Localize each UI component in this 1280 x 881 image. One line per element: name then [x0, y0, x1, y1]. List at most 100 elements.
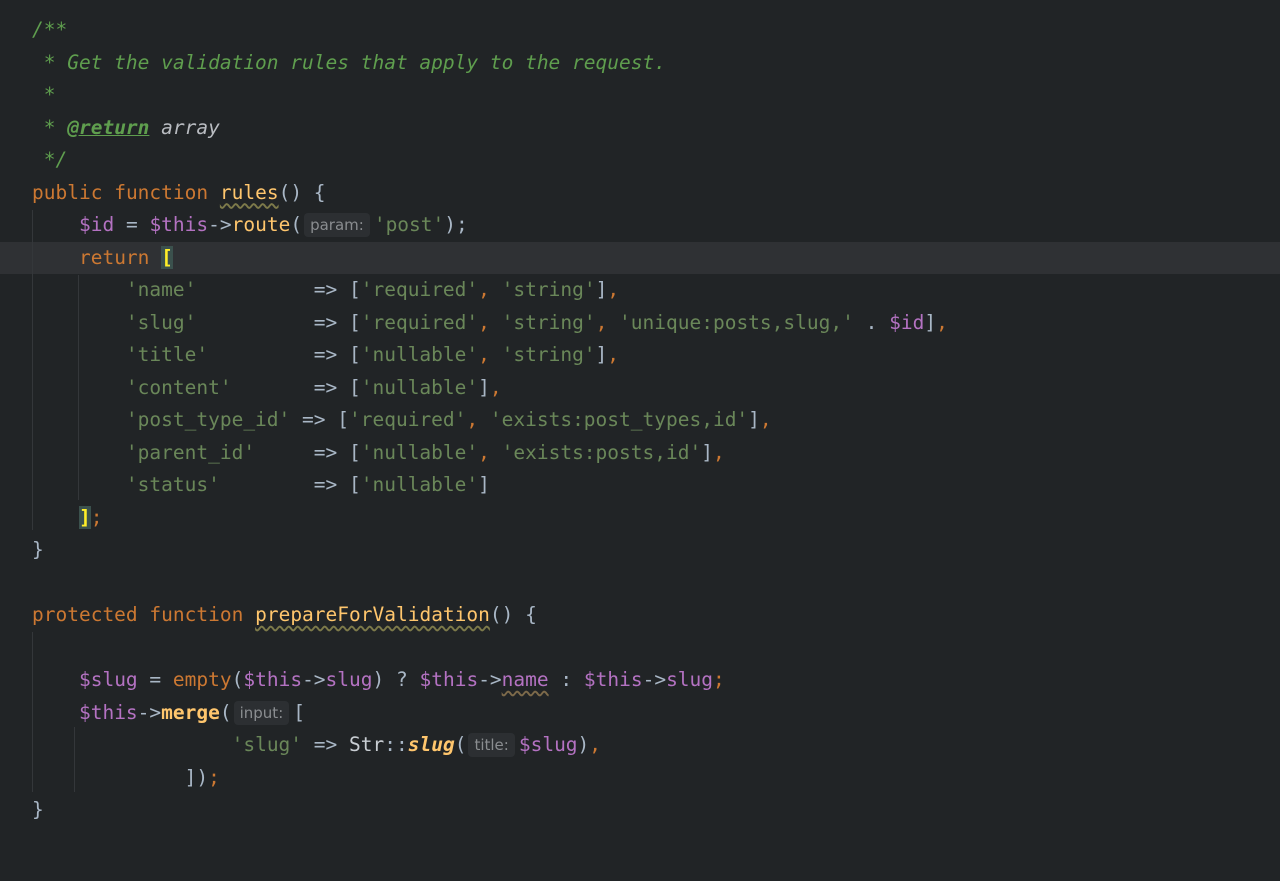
- code-token: */: [32, 148, 68, 171]
- code-token: ]: [595, 278, 608, 301]
- code-line-text: ]);: [32, 762, 220, 795]
- code-token: 'title': [125, 343, 209, 366]
- code-token: => [: [208, 343, 361, 366]
- code-token: ]: [478, 375, 490, 399]
- code-token: route: [231, 213, 291, 236]
- code-line-text: ];: [32, 502, 102, 535]
- code-token: 'slug': [231, 733, 303, 756]
- code-token: ,: [478, 310, 502, 334]
- code-token: 'unique:posts,slug,': [619, 310, 854, 334]
- code-token: ;: [208, 765, 220, 789]
- code-token: 'exists:post_types,id': [489, 408, 749, 431]
- code-token: 'required': [349, 408, 467, 431]
- code-token: => [: [231, 375, 361, 399]
- code-token: ,: [936, 310, 948, 334]
- code-line-text: 'post_type_id' => ['required', 'exists:p…: [32, 404, 772, 437]
- code-line[interactable]: 'post_type_id' => ['required', 'exists:p…: [0, 404, 1280, 437]
- code-line[interactable]: public function rules() {: [0, 177, 1280, 210]
- code-line[interactable]: 'title' => ['nullable', 'string'],: [0, 339, 1280, 372]
- code-line[interactable]: [0, 567, 1280, 600]
- code-line-text: 'name' => ['required', 'string'],: [32, 274, 619, 307]
- code-line[interactable]: 'parent_id' => ['nullable', 'exists:post…: [0, 437, 1280, 470]
- code-token: 'string': [501, 278, 596, 301]
- code-token: @return: [67, 115, 150, 139]
- code-line-text: 'slug' => Str::slug(title: $slug),: [32, 729, 601, 762]
- code-token: ->: [642, 668, 667, 691]
- code-token: $this: [243, 668, 303, 691]
- code-line[interactable]: [0, 632, 1280, 665]
- code-token: $this: [149, 213, 209, 236]
- code-token: ,: [595, 310, 620, 334]
- code-line[interactable]: }: [0, 794, 1280, 827]
- code-line[interactable]: /**: [0, 14, 1280, 47]
- code-line-text: return [: [32, 242, 173, 275]
- code-token: ,: [478, 278, 502, 301]
- code-token: 'content': [125, 375, 232, 399]
- code-line[interactable]: 'status' => ['nullable']: [0, 469, 1280, 502]
- code-token: ]: [924, 310, 937, 334]
- code-token: 'parent_id': [125, 440, 256, 464]
- code-token: (: [231, 668, 244, 691]
- code-line[interactable]: }: [0, 534, 1280, 567]
- code-line[interactable]: 'content' => ['nullable'],: [0, 372, 1280, 405]
- code-line[interactable]: */: [0, 144, 1280, 177]
- code-token: =: [137, 668, 173, 691]
- code-line-text: */: [32, 144, 68, 177]
- code-line-text: 'title' => ['nullable', 'string'],: [32, 339, 619, 372]
- code-token: ,: [478, 343, 502, 366]
- code-editor[interactable]: } ]); 'slug' => Str::slug(title: $slug), …: [0, 0, 1280, 881]
- code-token: $this: [583, 668, 643, 691]
- code-line-text: protected function prepareForValidation(…: [32, 599, 537, 632]
- code-line[interactable]: 'slug' => Str::slug(title: $slug),: [0, 729, 1280, 762]
- code-line-text: * Get the validation rules that apply to…: [32, 47, 666, 80]
- code-line[interactable]: $this->merge(input:[: [0, 697, 1280, 730]
- code-line-text: /**: [32, 14, 67, 47]
- code-token: ->: [208, 213, 232, 236]
- code-line[interactable]: protected function prepareForValidation(…: [0, 599, 1280, 632]
- code-line[interactable]: ]);: [0, 762, 1280, 795]
- code-token: slug: [666, 668, 714, 691]
- code-token: ,: [607, 343, 620, 366]
- code-token: => [: [196, 310, 361, 334]
- code-line[interactable]: 'slug' => ['required', 'string', 'unique…: [0, 307, 1280, 340]
- code-token: $slug: [518, 733, 578, 756]
- code-token: 'post_type_id': [125, 408, 291, 431]
- code-token: prepareForValidation: [255, 603, 490, 626]
- code-line-text: 'status' => ['nullable']: [32, 469, 490, 502]
- code-token: name: [501, 668, 549, 691]
- code-token: function: [149, 603, 244, 626]
- code-token: (: [290, 213, 303, 236]
- code-line[interactable]: 'name' => ['required', 'string'],: [0, 274, 1280, 307]
- code-token: *: [32, 115, 68, 139]
- code-token: array: [149, 115, 220, 139]
- code-token: Str: [349, 733, 385, 756]
- code-token: 'nullable': [360, 473, 479, 496]
- code-token: ]: [478, 473, 490, 496]
- code-token: () {: [489, 603, 537, 626]
- code-line[interactable]: ];: [0, 502, 1280, 535]
- code-token: *: [32, 83, 56, 106]
- code-line[interactable]: * Get the validation rules that apply to…: [0, 47, 1280, 80]
- code-line-text: public function rules() {: [32, 177, 326, 210]
- code-line[interactable]: return [: [0, 241, 1280, 275]
- code-token: ;: [90, 505, 103, 529]
- indent-guide: [74, 727, 75, 792]
- code-token: slug: [325, 668, 373, 691]
- code-token: [: [293, 700, 305, 724]
- code-token: ;: [713, 668, 725, 691]
- code-token: }: [32, 538, 44, 561]
- code-line[interactable]: * @return array: [0, 112, 1280, 145]
- code-token: 'name': [125, 278, 197, 301]
- code-token: ]: [748, 408, 760, 431]
- code-line[interactable]: $slug = empty($this->slug) ? $this->name…: [0, 664, 1280, 697]
- code-line[interactable]: *: [0, 79, 1280, 112]
- code-token: 'post': [373, 213, 445, 236]
- code-token: protected: [32, 603, 138, 626]
- code-token: return: [78, 245, 150, 269]
- code-line[interactable]: $id = $this->route(param:'post');: [0, 209, 1280, 242]
